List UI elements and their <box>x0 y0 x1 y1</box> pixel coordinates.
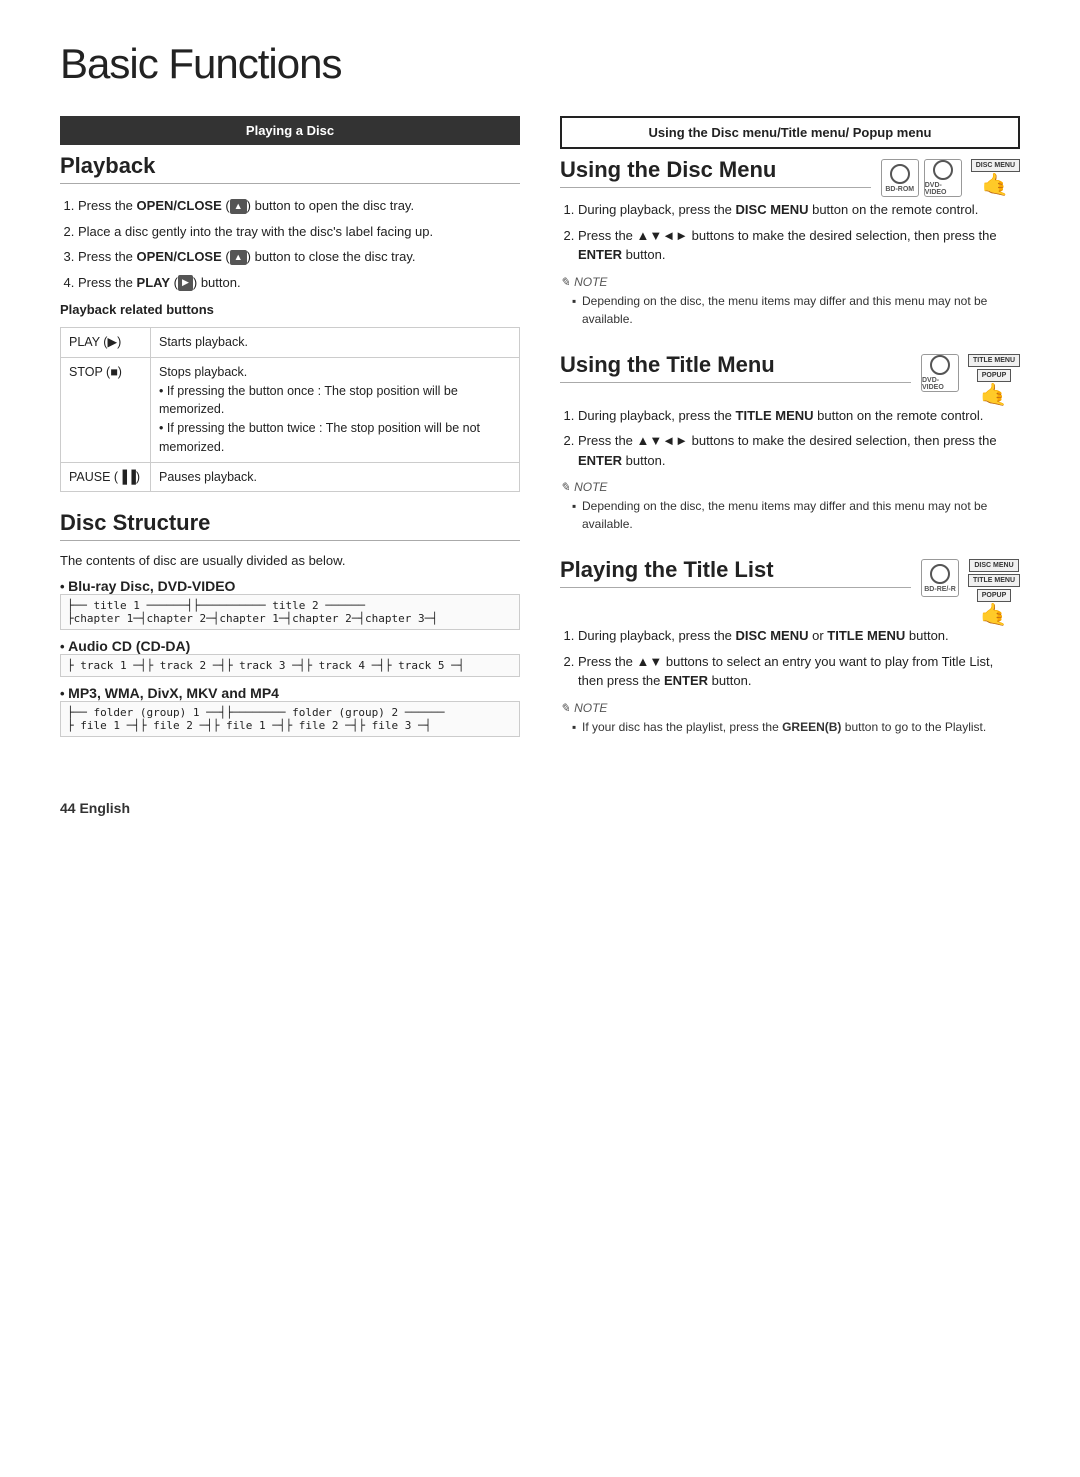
playback-step-1: Press the OPEN/CLOSE (▲) button to open … <box>78 196 520 216</box>
enter-bold-2: ENTER <box>578 453 622 468</box>
playing-disc-banner: Playing a Disc <box>60 116 520 145</box>
title-list-title: Playing the Title List <box>560 557 911 588</box>
play-bold: PLAY <box>137 275 170 290</box>
mp3-label: MP3, WMA, DivX, MKV and MP4 <box>68 685 279 701</box>
bdre-circle <box>930 564 950 584</box>
pause-desc-cell: Pauses playback. <box>151 462 520 492</box>
note-text-2: Depending on the disc, the menu items ma… <box>560 497 1020 533</box>
title-menu-step-2: Press the ▲▼◄► buttons to make the desir… <box>578 431 1020 470</box>
open-close-icon-2: ▲ <box>230 250 247 266</box>
title-menu-label-2: TITLE MENU <box>968 574 1020 587</box>
bdrom-icon: BD-ROM <box>881 159 919 197</box>
note-label-1: NOTE <box>560 275 1020 289</box>
dvd-video-icon: DVD-VIDEO <box>924 159 962 197</box>
remote-hand-icon-2: 🤙 <box>980 384 1007 406</box>
note-item-3: If your disc has the playlist, press the… <box>572 718 1020 736</box>
open-close-bold-1: OPEN/CLOSE <box>137 198 222 213</box>
note-text-1: Depending on the disc, the menu items ma… <box>560 292 1020 328</box>
disc-menu-step-2: Press the ▲▼◄► buttons to make the desir… <box>578 226 1020 265</box>
playback-steps: Press the OPEN/CLOSE (▲) button to open … <box>60 196 520 292</box>
play-button-cell: PLAY (▶) <box>61 328 151 358</box>
disc-menu-section: Using the Disc Menu BD-ROM DVD-VIDEO DIS… <box>560 157 1020 328</box>
title-menu-section: Using the Title Menu DVD-VIDEO TITLE MEN… <box>560 352 1020 534</box>
title-list-note: NOTE If your disc has the playlist, pres… <box>560 701 1020 736</box>
stop-button-cell: STOP (■) <box>61 357 151 462</box>
enter-bold-3: ENTER <box>664 673 708 688</box>
title-menu-title: Using the Title Menu <box>560 352 911 383</box>
left-column: Playing a Disc Playback Press the OPEN/C… <box>60 116 520 760</box>
pause-symbol: ▐▐ <box>118 470 136 484</box>
playback-step-3: Press the OPEN/CLOSE (▲) button to close… <box>78 247 520 267</box>
disc-menu-note: NOTE Depending on the disc, the menu ite… <box>560 275 1020 328</box>
note-item-1: Depending on the disc, the menu items ma… <box>572 292 1020 328</box>
title-bold: TITLE MENU <box>736 408 814 423</box>
bdre-icon: BD-RE/-R <box>921 559 959 597</box>
green-bold: GREEN(B) <box>782 720 841 734</box>
play-symbol: ▶ <box>107 335 117 349</box>
playback-table: PLAY (▶) Starts playback. STOP (■) Stops… <box>60 327 520 492</box>
disc-type-bluray: Blu-ray Disc, DVD-VIDEO ├── title 1 ────… <box>60 578 520 630</box>
disc-type-list: Blu-ray Disc, DVD-VIDEO ├── title 1 ────… <box>60 578 520 737</box>
enter-bold-1: ENTER <box>578 247 622 262</box>
disc-type-mp3: MP3, WMA, DivX, MKV and MP4 ├── folder (… <box>60 685 520 737</box>
title-menu-note: NOTE Depending on the disc, the menu ite… <box>560 480 1020 533</box>
disc-menu-label-2: DISC MENU <box>969 559 1018 572</box>
disc-type-audiocd: Audio CD (CD-DA) ├ track 1 ─┤├ track 2 ─… <box>60 638 520 677</box>
audiocd-diagram: ├ track 1 ─┤├ track 2 ─┤├ track 3 ─┤├ tr… <box>60 654 520 677</box>
disc-menu-label: DISC MENU <box>971 159 1020 172</box>
right-column: Using the Disc menu/Title menu/ Popup me… <box>560 116 1020 760</box>
note-label-3: NOTE <box>560 701 1020 715</box>
table-row: PAUSE (▐▐) Pauses playback. <box>61 462 520 492</box>
open-close-icon-1: ▲ <box>230 199 247 215</box>
pause-button-cell: PAUSE (▐▐) <box>61 462 151 492</box>
title-menu-steps: During playback, press the TITLE MENU bu… <box>560 406 1020 471</box>
page-footer: 44 English <box>60 800 1020 816</box>
bluray-label: Blu-ray Disc, DVD-VIDEO <box>68 578 235 594</box>
title-list-step-1: During playback, press the DISC MENU or … <box>578 626 1020 646</box>
dvd-video-circle <box>933 160 953 180</box>
disc-menu-step-1: During playback, press the DISC MENU but… <box>578 200 1020 220</box>
mp3-diagram: ├── folder (group) 1 ──┤├──────── folder… <box>60 701 520 737</box>
disc-structure-title: Disc Structure <box>60 510 520 541</box>
table-row: STOP (■) Stops playback. • If pressing t… <box>61 357 520 462</box>
bdrom-circle <box>890 164 910 184</box>
note-label-2: NOTE <box>560 480 1020 494</box>
title-menu-label: TITLE MENU <box>968 354 1020 367</box>
bluray-diagram: ├── title 1 ──────┤├────────── title 2 ─… <box>60 594 520 630</box>
playback-title: Playback <box>60 153 520 184</box>
stop-desc-cell: Stops playback. • If pressing the button… <box>151 357 520 462</box>
note-text-3: If your disc has the playlist, press the… <box>560 718 1020 736</box>
playback-step-2: Place a disc gently into the tray with t… <box>78 222 520 242</box>
title-menu-bold: TITLE MENU <box>827 628 905 643</box>
disc-menu-title: Using the Disc Menu <box>560 157 871 188</box>
playback-section: Playback Press the OPEN/CLOSE (▲) button… <box>60 153 520 492</box>
play-icon: ▶ <box>178 275 193 291</box>
open-close-bold-2: OPEN/CLOSE <box>137 249 222 264</box>
disc-menu-bold: DISC MENU <box>736 628 809 643</box>
disc-menu-steps: During playback, press the DISC MENU but… <box>560 200 1020 265</box>
dvd-video-circle-2 <box>930 355 950 375</box>
disc-structure-section: Disc Structure The contents of disc are … <box>60 510 520 737</box>
title-list-section: Playing the Title List BD-RE/-R DISC MEN… <box>560 557 1020 736</box>
stop-symbol: ■ <box>110 365 118 379</box>
title-list-step-2: Press the ▲▼ buttons to select an entry … <box>578 652 1020 691</box>
note-item-2: Depending on the disc, the menu items ma… <box>572 497 1020 533</box>
popup-label-2: POPUP <box>977 589 1012 602</box>
playback-step-4: Press the PLAY (▶) button. <box>78 273 520 293</box>
disc-bold: DISC MENU <box>736 202 809 217</box>
dvd-video-icon-2: DVD-VIDEO <box>921 354 959 392</box>
audiocd-label: Audio CD (CD-DA) <box>68 638 190 654</box>
page-title: Basic Functions <box>60 40 1020 88</box>
remote-hand-icon-3: 🤙 <box>980 604 1007 626</box>
title-list-steps: During playback, press the DISC MENU or … <box>560 626 1020 691</box>
right-banner: Using the Disc menu/Title menu/ Popup me… <box>560 116 1020 149</box>
table-row: PLAY (▶) Starts playback. <box>61 328 520 358</box>
remote-hand-icon: 🤙 <box>982 174 1009 196</box>
playback-table-title: Playback related buttons <box>60 302 520 317</box>
popup-label: POPUP <box>977 369 1012 382</box>
title-menu-step-1: During playback, press the TITLE MENU bu… <box>578 406 1020 426</box>
disc-structure-intro: The contents of disc are usually divided… <box>60 553 520 568</box>
play-desc-cell: Starts playback. <box>151 328 520 358</box>
